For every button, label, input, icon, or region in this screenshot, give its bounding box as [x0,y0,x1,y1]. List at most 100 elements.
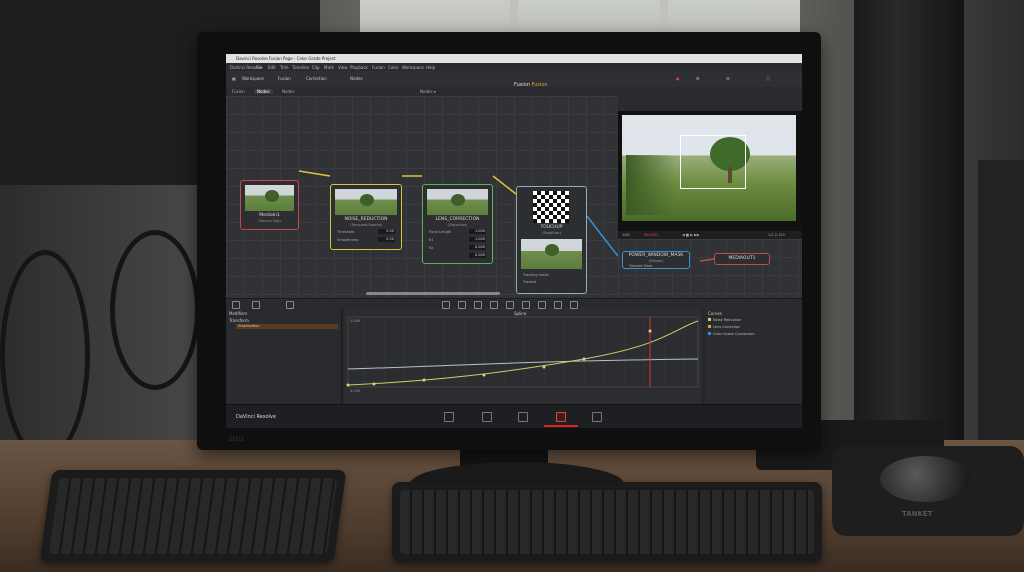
trackball-brand: TANKET [902,510,933,518]
param-value[interactable]: 0.000 [469,245,486,250]
curve-row[interactable]: Lens Correction [708,325,740,329]
node-subtitle: (Temporal/Spatial) [350,223,382,227]
main-keyboard[interactable] [392,482,822,562]
param-row: Smoothness 0.30 [337,237,395,242]
smooth-icon[interactable] [474,301,482,309]
curve-row[interactable]: Noise Reduction [708,318,741,322]
zoom-icon[interactable] [522,301,530,309]
lens-correction-node[interactable]: LENS_CORRECTION (Distortion) Focal Lengt… [422,184,493,264]
curve-label: Noise Reduction [713,318,742,322]
key-icon[interactable] [506,301,514,309]
workspace-button[interactable]: Workspace [242,76,264,81]
page-fusion-icon[interactable] [556,412,566,422]
param-value[interactable]: 0.30 [378,237,395,242]
menu-item[interactable]: Help [426,65,435,70]
menu-item[interactable]: File [256,65,263,70]
motion-blur [626,155,676,215]
mediaout-node[interactable]: MEDIAOUT1 [714,253,770,265]
menu-item[interactable]: Workspace [402,65,424,70]
correction-button[interactable]: Correction [306,76,327,81]
bottom-panel: Modifiers Transform Stabilization Spline [226,309,802,404]
tab-nodes-2[interactable]: Nodes [282,89,295,94]
spline-editor[interactable]: Spline 1.000 0.000 [344,309,702,404]
linear-icon[interactable] [490,301,498,309]
filter-icon[interactable] [554,301,562,309]
param-value[interactable]: 1.000 [469,229,486,234]
page-cut-icon[interactable] [482,412,492,422]
grid-icon[interactable] [232,301,240,309]
spline-top-value: 1.000 [350,319,361,323]
viewer-frame: 1/1,2,120 [768,233,785,237]
node-thumbnail [335,189,397,215]
selection-box[interactable] [680,135,746,189]
node-graph-scrollbar[interactable] [366,292,500,295]
page-bar: DaVinci Resolve [226,404,802,428]
active-page-indicator [544,425,578,427]
bezier-icon[interactable] [458,301,466,309]
node-option[interactable]: Tracking mode [523,273,580,277]
param-label: K2 [429,246,434,250]
trackball-ball[interactable] [880,456,970,502]
tab-nodes[interactable]: Nodes [254,89,273,94]
node-name: MediaIn1 [259,213,280,218]
layout-icon[interactable]: ▦ [232,76,236,81]
noise-reduction-node[interactable]: NOISE_REDUCTION (Temporal/Spatial) Thres… [330,184,402,250]
param-value[interactable]: 0.000 [469,253,486,258]
menu-item[interactable]: Fusion [372,65,385,70]
left-keyboard[interactable] [39,470,347,562]
page-edit-icon[interactable] [518,412,528,422]
tracker-node[interactable]: TOUCHUP (Stabilizer) Tracking mode Track… [516,186,587,294]
node-name: NOISE_REDUCTION [344,217,388,222]
node-subtitle: (Ellipse) [648,259,664,263]
nodes-dropdown[interactable]: Nodes ▾ [420,89,436,94]
menu-item[interactable]: View [338,65,348,70]
settings-icon[interactable]: ⚙ [696,76,700,81]
curve-row[interactable]: Color Space Conversion [708,332,755,336]
node-graph-right[interactable]: POWER_WINDOW_MASK (Ellipse) Tracked Mask… [618,239,802,298]
fusion-button[interactable]: Fusion [278,76,291,81]
viewer[interactable] [618,111,802,231]
inspector-icon[interactable]: ☰ [726,76,730,81]
page-media-icon[interactable] [444,412,454,422]
coiled-cable [0,250,90,460]
pointer-icon[interactable] [442,301,450,309]
window-title: Davinci Resolve Fusion Page - Color Grad… [236,56,336,61]
menu-item[interactable]: Playback [350,65,368,70]
menu-item[interactable]: Timeline [292,65,309,70]
tab-fusion[interactable]: Fusion [232,89,245,94]
page-color-icon[interactable] [592,412,602,422]
power-window-node[interactable]: POWER_WINDOW_MASK (Ellipse) Tracked Mask [622,251,690,269]
play-controls[interactable]: ◀ ■ ▶ ▶▶ [682,233,699,237]
param-value[interactable]: 0.50 [378,229,395,234]
node-graph[interactable]: MediaIn1 (Source Clip) NOISE_REDUCTION (… [226,96,618,298]
metadata-icon[interactable]: ⓘ [766,76,770,82]
menu-item[interactable]: Clip [312,65,320,70]
param-value[interactable]: 1.000 [469,237,486,242]
fit-icon[interactable] [538,301,546,309]
node-name: POWER_WINDOW_MASK [628,253,684,258]
display-icon[interactable] [286,301,294,309]
pc-tower [978,160,1024,450]
param-row: K2 0.000 [429,245,486,250]
viewer-transport: 1/60 PAUSED ◀ ■ ▶ ▶▶ 1/1,2,120 [618,231,802,239]
node-option[interactable]: Tracked [523,280,580,284]
menu-item[interactable]: Edit [268,65,276,70]
spline-graph[interactable] [344,309,702,404]
modifier-item-selected[interactable]: Stabilization [236,324,338,329]
node-option[interactable]: Tracked Mask [629,264,683,268]
menu-item[interactable]: Color [388,65,398,70]
monitor-brand: EIZO [229,436,244,443]
node-name: TOUCHUP [540,225,563,230]
mediain-node[interactable]: MediaIn1 (Source Clip) [240,180,299,230]
menu-item[interactable]: Mark [324,65,334,70]
param-label: K1 [429,238,434,242]
modifier-item[interactable]: Transform [229,318,249,323]
snap-icon[interactable] [570,301,578,309]
menu-item[interactable]: Trim [280,65,289,70]
layout-icon[interactable] [252,301,260,309]
viewer-image [622,115,796,221]
nodes-button[interactable]: Nodes [350,76,363,81]
alpha-checker-thumbnail [533,191,569,223]
modifiers-title: Modifiers [229,311,248,316]
trackball[interactable]: TANKET [832,446,1024,536]
